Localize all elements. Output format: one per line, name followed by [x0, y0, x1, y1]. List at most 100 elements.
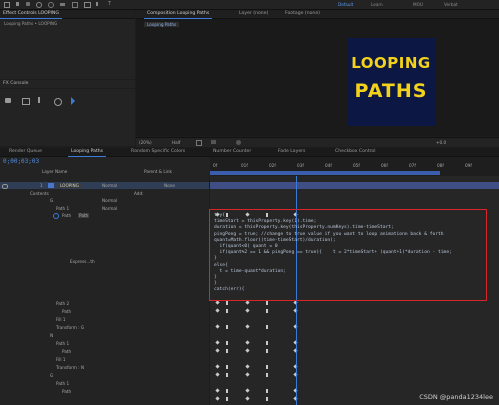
tab-checkbox-control[interactable]: Checkbox Control — [332, 148, 379, 156]
region-of-interest-icon[interactable] — [196, 140, 202, 146]
keyframe-marker[interactable] — [215, 308, 220, 313]
tab-composition[interactable]: Composition Looping Paths — [144, 10, 213, 19]
image-icon[interactable] — [22, 98, 30, 105]
group-g-mode[interactable]: Normal — [102, 198, 117, 203]
camera-icon[interactable] — [5, 98, 11, 103]
keyframe-marker[interactable] — [215, 372, 220, 377]
stopwatch-icon[interactable] — [53, 213, 59, 219]
tab-effect-controls[interactable]: Effect Controls LOOPING — [0, 10, 62, 19]
keyframe-marker[interactable] — [215, 340, 220, 345]
keyframe-marker[interactable] — [266, 349, 268, 353]
visibility-eye-icon[interactable] — [2, 184, 8, 189]
layer-property-row[interactable]: Path — [0, 348, 209, 355]
download-icon[interactable] — [38, 97, 40, 103]
pen-tool-icon[interactable] — [96, 2, 98, 6]
keyframe-marker[interactable] — [266, 365, 268, 369]
tab-render-queue[interactable]: Render Queue — [6, 148, 45, 156]
keyframe-marker[interactable] — [245, 308, 250, 313]
keyframe-marker[interactable] — [266, 389, 268, 393]
fx-logo-icon[interactable] — [71, 97, 75, 105]
timecode[interactable]: 0;00;03;03 — [3, 158, 39, 165]
exposure-value[interactable]: +0.0 — [436, 140, 446, 145]
keyframe-marker[interactable] — [245, 396, 250, 401]
keyframe-marker[interactable] — [226, 341, 228, 345]
tab-fx-console[interactable]: FX Console — [0, 80, 32, 88]
path1-row[interactable]: Path 1 Normal — [0, 205, 209, 212]
col-parent-link[interactable]: Parent & Link — [144, 169, 172, 174]
keyframe-marker[interactable] — [215, 364, 220, 369]
zoom-dropdown[interactable]: (20%) — [139, 140, 152, 145]
keyframe-marker[interactable] — [266, 301, 268, 305]
col-layer-name[interactable]: Layer Name — [42, 169, 67, 174]
path-value[interactable]: Path — [78, 213, 90, 218]
layer-property-row[interactable]: G — [0, 372, 209, 379]
layer-row-looping[interactable]: 1 LOOPING Normal None — [0, 182, 209, 189]
keyframe-marker[interactable] — [215, 300, 220, 305]
keyframe-marker[interactable] — [245, 340, 250, 345]
keyframe-marker[interactable] — [245, 372, 250, 377]
layer-property-row[interactable]: Transform : G — [0, 324, 209, 331]
keyframe-marker[interactable] — [266, 341, 268, 345]
home-icon[interactable] — [4, 2, 10, 8]
keyframe-marker[interactable] — [226, 365, 228, 369]
layer-property-row[interactable]: N — [0, 332, 209, 339]
layer-property-row[interactable]: Fill 1 — [0, 356, 209, 363]
keyframe-marker[interactable] — [215, 348, 220, 353]
pan-behind-tool-icon[interactable] — [72, 2, 78, 8]
layer-property-row[interactable]: Path — [0, 308, 209, 315]
keyframe-marker[interactable] — [245, 364, 250, 369]
keyframe-marker[interactable] — [245, 348, 250, 353]
type-tool-icon[interactable]: T — [108, 2, 111, 7]
path-property-row[interactable]: Path Path — [0, 212, 209, 219]
hand-tool-icon[interactable] — [26, 2, 30, 6]
keyframe-marker[interactable] — [226, 349, 228, 353]
keyframe-marker[interactable] — [245, 324, 250, 329]
work-area-bar[interactable] — [210, 171, 440, 175]
tab-layer[interactable]: Layer (none) — [236, 10, 271, 18]
tab-fade-layers[interactable]: Fade Layers — [275, 148, 308, 156]
layer-mode[interactable]: Normal — [102, 183, 117, 188]
path1-mode[interactable]: Normal — [102, 206, 117, 211]
contents-row[interactable]: Contents Add: — [0, 190, 209, 197]
layer-duration-bar[interactable] — [210, 182, 499, 189]
group-g-row[interactable]: G Normal — [0, 197, 209, 204]
layer-parent[interactable]: None — [164, 183, 175, 188]
selection-tool-icon[interactable] — [16, 2, 19, 6]
layer-property-row[interactable]: Fill 1 — [0, 316, 209, 323]
composition-viewer[interactable]: Looping Paths LOOPING PATHS — [136, 19, 499, 136]
layer-property-row[interactable]: Path 1 — [0, 380, 209, 387]
learn-workspace[interactable]: Learn — [371, 2, 383, 7]
expression-row[interactable]: Express...th — [0, 258, 209, 265]
grid-icon[interactable] — [211, 140, 216, 144]
color-channel-icon[interactable] — [236, 140, 241, 145]
keyframe-marker[interactable] — [266, 397, 268, 401]
mode-b-label[interactable]: Verbat — [444, 2, 458, 7]
comp-chip[interactable]: Looping Paths — [144, 22, 180, 27]
tab-random-specific-colors[interactable]: Random Specific Colors — [128, 148, 188, 156]
layer-property-row[interactable]: Path 2 — [0, 300, 209, 307]
keyframe-marker[interactable] — [266, 373, 268, 377]
layer-property-row[interactable]: Path 1 — [0, 340, 209, 347]
layer-color-label[interactable] — [48, 183, 54, 188]
keyframe-marker[interactable] — [245, 388, 250, 393]
keyframe-marker[interactable] — [226, 325, 228, 329]
keyframe-marker[interactable] — [215, 388, 220, 393]
keyframe-marker[interactable] — [226, 373, 228, 377]
camera-tool-icon[interactable] — [60, 3, 65, 6]
tab-footage[interactable]: Footage (none) — [282, 10, 323, 18]
layer-property-row[interactable]: Path — [0, 388, 209, 395]
keyframe-marker[interactable] — [226, 389, 228, 393]
keyframe-marker[interactable] — [245, 300, 250, 305]
keyframe-marker[interactable] — [226, 301, 228, 305]
rectangle-tool-icon[interactable] — [84, 2, 91, 8]
mode-a-label[interactable]: MOU — [413, 2, 423, 7]
layer-name[interactable]: LOOPING — [58, 183, 81, 188]
resolution-dropdown[interactable]: Half — [172, 140, 180, 145]
keyframe-marker[interactable] — [226, 309, 228, 313]
keyframe-marker[interactable] — [226, 397, 228, 401]
time-ruler[interactable]: 0f 01f 02f 03f 04f 05f 06f 07f 08f 09f — [210, 157, 499, 176]
keyframe-marker[interactable] — [266, 309, 268, 313]
layer-property-row[interactable]: Transform : N — [0, 364, 209, 371]
zoom-tool-icon[interactable] — [36, 2, 42, 8]
rotate-tool-icon[interactable] — [48, 2, 54, 8]
